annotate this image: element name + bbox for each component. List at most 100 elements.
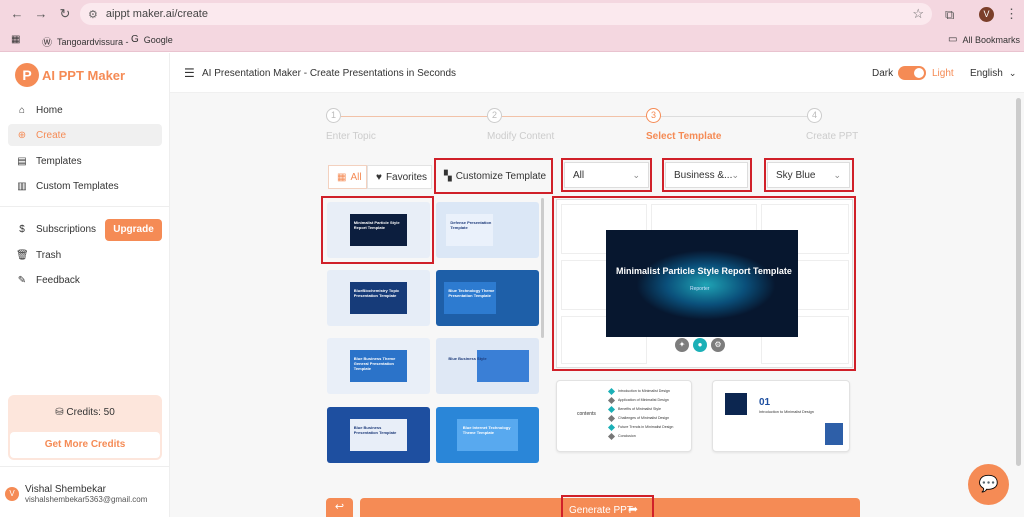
chat-support-button[interactable]: 💬 — [968, 464, 1009, 505]
app-header: ☰ AI Presentation Maker - Create Present… — [170, 53, 1024, 93]
reload-icon[interactable]: ↻ — [58, 7, 72, 21]
heart-icon: ♥ — [376, 171, 382, 183]
folder-icon: ▭ — [948, 34, 958, 45]
chat-icon: 💬 — [978, 476, 999, 493]
plus-circle-icon: ⊕ — [17, 129, 27, 141]
dollar-icon: $ — [19, 223, 25, 235]
step-3-circle: 3 — [646, 108, 661, 123]
template-thumbnail[interactable]: Blue Internet Technology Theme Template — [436, 407, 539, 463]
sidebar-item-templates[interactable]: ▤ Templates — [8, 150, 162, 172]
filter-all-chip[interactable]: ▦ All — [328, 165, 367, 189]
step-1-label: Enter Topic — [326, 131, 376, 142]
sidebar-item-custom-templates[interactable]: ▥ Custom Templates — [8, 175, 162, 197]
step-connector — [502, 116, 646, 117]
list-item: Benefits of Minimalist Style — [607, 405, 673, 414]
back-icon[interactable]: ← — [10, 7, 24, 21]
list-item: Conclusion — [607, 432, 673, 441]
thumbnail-scrollbar[interactable] — [541, 198, 544, 338]
template-thumbnail[interactable]: Blue Technology Theme Presentation Templ… — [436, 270, 539, 326]
user-avatar: V — [5, 487, 19, 501]
site-info-icon[interactable]: ⚙ — [88, 8, 98, 21]
contents-list: Introduction to Minimalist Design Applic… — [607, 387, 673, 441]
bookmark-google[interactable]: G Google — [131, 34, 173, 45]
bookmark-tangoardvissura[interactable]: Ⓦ Tangoardvissura - — [42, 34, 129, 50]
main-scrollbar[interactable] — [1016, 98, 1021, 466]
bookmarks-bar: ▦ Ⓦ Tangoardvissura - G Google ▭ All Bookma… — [0, 28, 1024, 52]
address-bar[interactable]: ⚙ aippt maker.ai/create ☆ — [80, 3, 932, 25]
logo-text: AI PPT Maker — [42, 67, 126, 83]
language-select[interactable]: English ⌄ — [970, 68, 1016, 79]
highlight-type — [561, 158, 652, 192]
list-item: Application of Minimalist Design — [607, 396, 673, 405]
user-name: Vishal Shembekar — [25, 484, 106, 495]
database-icon: ⛁ — [55, 407, 67, 418]
contents-label: contents — [577, 411, 596, 417]
extensions-icon[interactable]: ⧉ — [945, 7, 954, 23]
profile-avatar[interactable]: V — [979, 7, 994, 22]
browser-menu-icon[interactable]: ⋮ — [1005, 6, 1018, 22]
credits-panel: ⛁ Credits: 50 Get More Credits — [8, 395, 162, 460]
contents-slide-card[interactable]: contents Introduction to Minimalist Desi… — [556, 380, 692, 452]
list-item: Future Trends in Minimalist Design — [607, 423, 673, 432]
sidebar-item-trash[interactable]: 🗑 Trash — [8, 244, 162, 266]
highlight-generate — [561, 495, 654, 517]
step-2-circle: 2 — [487, 108, 502, 123]
section-image — [725, 393, 747, 415]
get-more-credits-button[interactable]: Get More Credits — [10, 432, 160, 458]
highlight-customize — [434, 158, 553, 194]
section-number: 01 — [759, 397, 771, 408]
feedback-icon: ✎ — [17, 274, 27, 286]
chevron-down-icon: ⌄ — [1008, 68, 1017, 78]
step-connector — [661, 116, 807, 117]
highlight-preview — [552, 196, 856, 371]
list-item: Challenges of Minimalist Design — [607, 414, 673, 423]
user-profile[interactable]: V Vishal Shembekar vishalshembekar5363@g… — [5, 484, 147, 504]
templates-icon: ▤ — [17, 155, 27, 167]
browser-toolbar: ← → ↻ ⚙ aippt maker.ai/create ☆ ⧉ V ⋮ — [0, 0, 1024, 28]
sidebar-item-feedback[interactable]: ✎ Feedback — [8, 269, 162, 291]
sidebar-divider — [0, 206, 170, 207]
sidebar: P AI PPT Maker ⌂ Home ⊕ Create ▤ Templates … — [0, 53, 170, 517]
step-connector — [341, 116, 487, 117]
google-icon: G — [131, 34, 139, 45]
page-title: AI Presentation Maker - Create Presentat… — [202, 68, 457, 79]
step-2-label: Modify Content — [487, 131, 555, 142]
upgrade-button[interactable]: Upgrade — [105, 219, 162, 241]
grid-icon: ▦ — [337, 171, 347, 183]
dark-label: Dark — [872, 68, 894, 79]
apps-icon[interactable]: ▦ — [11, 34, 25, 45]
sidebar-item-create[interactable]: ⊕ Create — [8, 124, 162, 146]
section-title: Introduction to Minimalist Design — [759, 410, 814, 414]
trash-icon: 🗑 — [16, 249, 29, 261]
step-4-label: Create PPT — [806, 131, 859, 142]
highlight-selected-template — [321, 196, 434, 264]
list-item: Introduction to Minimalist Design — [607, 387, 673, 396]
template-thumbnail[interactable]: BlueBiochemistry Topic Presentation Temp… — [327, 270, 430, 326]
sidebar-divider-bottom — [0, 466, 170, 467]
wordpress-icon: Ⓦ — [42, 38, 52, 49]
custom-templates-icon: ▥ — [17, 180, 27, 192]
menu-icon[interactable]: ☰ — [184, 66, 195, 80]
template-thumbnail[interactable]: Defense Presentation Template — [436, 202, 539, 258]
all-bookmarks[interactable]: ▭ All Bookmarks — [948, 34, 1020, 45]
bookmark-star-icon[interactable]: ☆ — [912, 6, 924, 22]
highlight-color — [764, 158, 854, 192]
url-text: aippt maker.ai/create — [105, 8, 208, 20]
template-thumbnail[interactable]: Blue Business Presentation Template — [327, 407, 430, 463]
sidebar-item-home[interactable]: ⌂ Home — [8, 99, 162, 121]
back-arrow-icon: ↩ — [334, 501, 345, 513]
forward-icon[interactable]: → — [34, 7, 48, 21]
user-email: vishalshembekar5363@gmail.com — [25, 495, 148, 504]
highlight-category — [662, 158, 752, 192]
home-icon: ⌂ — [18, 104, 26, 116]
template-thumbnail[interactable]: Blue Business Style — [436, 338, 539, 394]
section-accent — [825, 423, 843, 445]
template-thumbnail[interactable]: Blue Business Theme General Presentation… — [327, 338, 430, 394]
filter-favorites-chip[interactable]: ♥ Favorites — [367, 165, 432, 189]
back-button[interactable]: ↩ — [326, 498, 353, 517]
theme-toggle[interactable] — [898, 66, 926, 80]
step-1-circle: 1 — [326, 108, 341, 123]
light-label: Light — [932, 68, 954, 79]
section-slide-card[interactable]: 01 Introduction to Minimalist Design — [712, 380, 850, 452]
app-logo[interactable]: P AI PPT Maker — [15, 63, 125, 87]
